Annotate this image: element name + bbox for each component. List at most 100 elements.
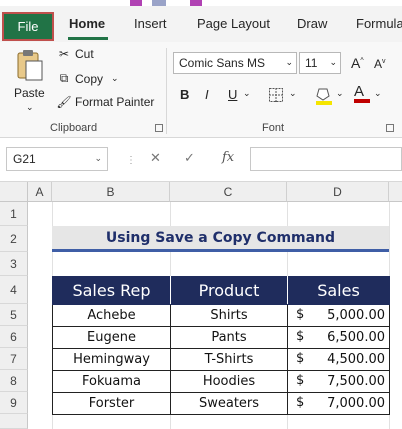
paste-icon [17, 50, 43, 81]
cell-product[interactable]: Sweaters [170, 392, 288, 415]
tab-formulas[interactable]: Formula [356, 16, 402, 31]
row-header[interactable]: 3 [0, 252, 28, 276]
currency-symbol: $ [296, 373, 305, 388]
font-color-icon: A [354, 83, 365, 100]
cell-product[interactable]: Pants [170, 326, 288, 349]
confirm-entry-button[interactable]: ✓ [184, 150, 195, 166]
chevron-down-icon[interactable]: ⌄ [336, 88, 344, 99]
paintbrush-icon: 🖌 [56, 95, 72, 109]
select-all-corner[interactable] [0, 182, 28, 202]
font-color-button[interactable]: A [354, 83, 370, 103]
active-tab-indicator [68, 37, 108, 40]
chevron-down-icon: ⌄ [329, 57, 337, 67]
copy-icon: ⧉ [59, 71, 69, 85]
table-row: Fokuama Hoodies $7,500.00 [52, 370, 390, 393]
cancel-entry-button[interactable]: ✕ [150, 150, 161, 166]
row-header[interactable]: 6 [0, 326, 28, 348]
column-header[interactable]: A [28, 182, 52, 202]
name-box[interactable]: G21 ⌄ [6, 147, 108, 171]
sales-value: 7,500.00 [327, 374, 385, 389]
column-header[interactable] [389, 182, 402, 202]
fill-color-button[interactable] [315, 86, 333, 109]
row-header[interactable]: 8 [0, 370, 28, 392]
borders-icon [269, 88, 283, 102]
currency-symbol: $ [296, 395, 305, 410]
copy-button[interactable]: ⧉ Copy ⌄ [56, 71, 119, 86]
paste-label: Paste [14, 86, 45, 100]
group-divider [166, 48, 167, 134]
font-size-select[interactable]: 11 ⌄ [299, 52, 341, 74]
ribbon: Paste ⌄ ✂ Cut ⧉ Copy ⌄ 🖌 Format Painter … [0, 42, 402, 138]
font-name-select[interactable]: Comic Sans MS ⌄ [173, 52, 297, 74]
font-dialog-launcher[interactable] [386, 124, 394, 132]
cell-sales[interactable]: $7,500.00 [287, 370, 390, 393]
sales-value: 4,500.00 [327, 352, 385, 367]
cell-sales[interactable]: $7,000.00 [287, 392, 390, 415]
column-header[interactable]: B [52, 182, 170, 202]
cell-sales[interactable]: $6,500.00 [287, 326, 390, 349]
cell-sales-rep[interactable]: Achebe [52, 304, 171, 327]
column-header[interactable]: C [170, 182, 287, 202]
row-header[interactable]: 2 [0, 226, 28, 252]
cut-button[interactable]: ✂ Cut [56, 47, 94, 61]
format-painter-button[interactable]: 🖌 Format Painter [56, 95, 154, 109]
header-cell-sales[interactable]: Sales [287, 276, 390, 305]
clipboard-group-label: Clipboard [50, 122, 98, 134]
tab-insert[interactable]: Insert [134, 16, 167, 31]
clipboard-dialog-launcher[interactable] [155, 124, 163, 132]
italic-button[interactable]: I [205, 87, 209, 102]
header-cell-sales-rep[interactable]: Sales Rep [52, 276, 171, 305]
paste-button[interactable]: Paste ⌄ [12, 48, 50, 112]
increase-font-size-button[interactable]: A^ [351, 55, 364, 71]
chevron-down-icon[interactable]: ⌄ [289, 88, 297, 99]
row-header[interactable] [0, 414, 28, 429]
currency-symbol: $ [296, 351, 305, 366]
header-cell-product[interactable]: Product [170, 276, 288, 305]
chevron-down-icon[interactable]: ⌄ [243, 88, 251, 99]
font-name-value: Comic Sans MS [179, 56, 266, 70]
copy-label: Copy [75, 71, 104, 86]
tab-page-layout[interactable]: Page Layout [197, 16, 270, 31]
format-painter-label: Format Painter [75, 95, 155, 109]
bold-button[interactable]: B [180, 87, 189, 102]
more-icon: ⋮ [126, 155, 136, 166]
currency-symbol: $ [296, 329, 305, 344]
cell-sales-rep[interactable]: Forster [52, 392, 171, 415]
row-header[interactable]: 9 [0, 392, 28, 414]
row-header[interactable]: 7 [0, 348, 28, 370]
sales-table: Sales Rep Product Sales Achebe Shirts $5… [52, 276, 390, 415]
cell-sales-rep[interactable]: Fokuama [52, 370, 171, 393]
name-box-value: G21 [13, 152, 36, 166]
row-header[interactable]: 4 [0, 276, 28, 304]
font-group-label: Font [262, 122, 285, 134]
sheet-title[interactable]: Using Save a Copy Command [52, 226, 389, 252]
tab-home[interactable]: Home [69, 16, 105, 31]
borders-button[interactable] [268, 87, 284, 106]
cell-sales[interactable]: $4,500.00 [287, 348, 390, 371]
tab-draw[interactable]: Draw [297, 16, 327, 31]
row-header[interactable]: 5 [0, 304, 28, 326]
cell-product[interactable]: T-Shirts [170, 348, 288, 371]
cell-product[interactable]: Shirts [170, 304, 288, 327]
row-header[interactable]: 1 [0, 202, 28, 226]
chevron-down-icon: ⌄ [94, 153, 102, 163]
shrink-font-icon: A [374, 57, 383, 71]
table-row: Hemingway T-Shirts $4,500.00 [52, 348, 390, 371]
chevron-down-icon: ⌄ [111, 73, 119, 83]
sales-value: 5,000.00 [327, 308, 385, 323]
cell-sales-rep[interactable]: Eugene [52, 326, 171, 349]
decrease-font-size-button[interactable]: Av [374, 57, 386, 71]
chevron-down-icon: ⌄ [285, 57, 293, 67]
cell-product[interactable]: Hoodies [170, 370, 288, 393]
underline-button[interactable]: U [228, 87, 237, 102]
insert-function-button[interactable]: fx [222, 150, 234, 165]
currency-symbol: $ [296, 307, 305, 322]
scissors-icon: ✂ [58, 47, 70, 61]
column-header[interactable]: D [287, 182, 389, 202]
formula-input[interactable] [250, 147, 402, 171]
tab-file[interactable]: File [2, 12, 54, 41]
cell-sales[interactable]: $5,000.00 [287, 304, 390, 327]
chevron-down-icon[interactable]: ⌄ [374, 88, 382, 99]
worksheet-grid[interactable]: A B C D 1 2 3 4 5 6 7 8 9 Using Save a C… [0, 182, 402, 429]
cell-sales-rep[interactable]: Hemingway [52, 348, 171, 371]
